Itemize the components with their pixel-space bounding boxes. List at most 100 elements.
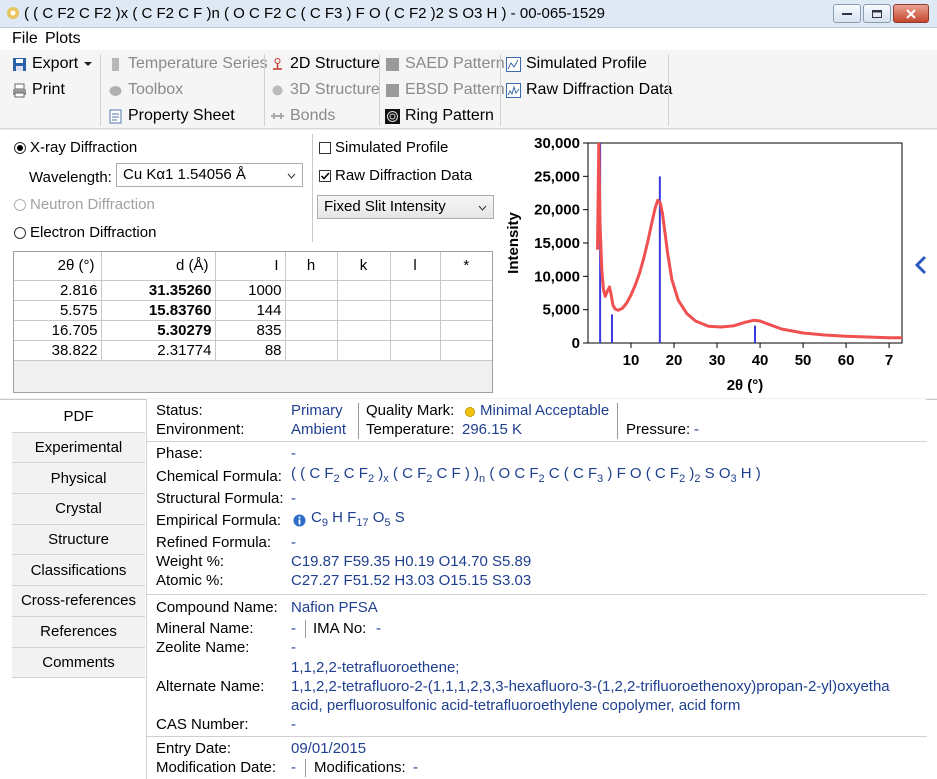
h-cell xyxy=(285,300,338,321)
molecule-3d-icon xyxy=(272,85,283,95)
column-header[interactable]: 2θ (°) xyxy=(14,252,102,281)
field-divider xyxy=(358,403,359,439)
close-button[interactable] xyxy=(893,4,929,23)
column-header[interactable]: k xyxy=(337,252,391,281)
tab-cross-references[interactable]: Cross-references xyxy=(12,586,145,617)
3d-structure-button[interactable]: 3D Structure xyxy=(270,79,380,101)
2d-structure-label: 2D Structure xyxy=(290,55,380,72)
toolbar-separator xyxy=(668,54,669,126)
two-theta-cell: 2.816 xyxy=(14,280,102,301)
toolbar-separator xyxy=(100,54,101,126)
status-label: Status: xyxy=(156,402,203,419)
mineral-name-label: Mineral Name: xyxy=(156,620,254,637)
intensity-mode-value: Fixed Slit Intensity xyxy=(324,198,446,215)
menu-bar: File Plots xyxy=(0,28,937,50)
y-tick-label: 10,000 xyxy=(534,268,580,285)
temperature-series-button[interactable]: Temperature Series xyxy=(108,53,268,75)
entry-date-label: Entry Date: xyxy=(156,740,232,757)
pressure-label: Pressure: xyxy=(626,421,691,438)
property-sheet-button[interactable]: Property Sheet xyxy=(108,105,235,127)
ring-pattern-label: Ring Pattern xyxy=(405,107,494,124)
tab-physical[interactable]: Physical xyxy=(12,463,145,495)
h-cell xyxy=(285,320,338,341)
print-button[interactable]: Print xyxy=(12,79,65,101)
close-icon xyxy=(906,8,916,19)
tab-crystal[interactable]: Crystal xyxy=(12,494,145,525)
2d-structure-button[interactable]: 2D Structure xyxy=(270,53,380,75)
table-row[interactable]: 16.705 5.30279 835 xyxy=(14,320,492,341)
structural-formula-label: Structural Formula: xyxy=(156,490,284,507)
column-header[interactable]: h xyxy=(285,252,338,281)
toolbox-button[interactable]: Toolbox xyxy=(108,79,183,101)
x-tick-label: 30 xyxy=(709,352,726,369)
bonds-button[interactable]: Bonds xyxy=(270,105,335,127)
bonds-icon xyxy=(271,112,284,119)
simulated-profile-button[interactable]: Simulated Profile xyxy=(506,53,647,75)
chemical-formula-value: ( ( C F2 C F2 )x ( C F2 C F ) )n ( O C F… xyxy=(291,465,761,485)
x-tick-label: 10 xyxy=(623,352,640,369)
collapse-panel-icon[interactable] xyxy=(913,255,929,275)
x-tick-label: 20 xyxy=(666,352,683,369)
electron-diffraction-radio[interactable]: Electron Diffraction xyxy=(14,224,156,241)
k-cell xyxy=(337,320,391,341)
zeolite-name-label: Zeolite Name: xyxy=(156,639,250,656)
info-icon[interactable] xyxy=(293,514,306,527)
table-row[interactable]: 2.816 31.35260 1000 xyxy=(14,280,492,301)
raw-diffraction-data-label: Raw Diffraction Data xyxy=(526,81,673,98)
compound-name-value: Nafion PFSA xyxy=(291,599,378,616)
intensity-cell: 835 xyxy=(215,320,286,341)
menu-plots[interactable]: Plots xyxy=(45,30,81,48)
export-button[interactable]: Export xyxy=(12,53,93,75)
tab-structure[interactable]: Structure xyxy=(12,524,145,556)
tab-experimental[interactable]: Experimental xyxy=(12,432,145,464)
table-row[interactable]: 5.575 15.83760 144 xyxy=(14,300,492,321)
neutron-diffraction-radio[interactable]: Neutron Diffraction xyxy=(14,196,155,213)
column-header[interactable]: d (Å) xyxy=(101,252,216,281)
ring-pattern-button[interactable]: Ring Pattern xyxy=(385,105,494,127)
modification-date-label: Modification Date: xyxy=(156,759,277,776)
weight-percent-label: Weight %: xyxy=(156,553,225,570)
xray-diffraction-radio[interactable]: X-ray Diffraction xyxy=(14,139,137,156)
cas-number-value: - xyxy=(291,716,296,733)
intensity-mode-select[interactable]: Fixed Slit Intensity xyxy=(317,195,494,219)
title-bar: ( ( C F2 C F2 )x ( C F2 C F )n ( O C F2 … xyxy=(0,0,937,28)
ebsd-pattern-label: EBSD Pattern xyxy=(405,81,505,98)
column-header[interactable]: I xyxy=(215,252,286,281)
diffraction-pattern-chart[interactable]: 0 5,000 10,000 15,000 20,000 25,000 30,000 10 20… xyxy=(500,133,910,395)
chevron-down-icon xyxy=(478,205,487,211)
column-header[interactable]: l xyxy=(390,252,441,281)
tab-classifications[interactable]: Classifications xyxy=(12,555,145,587)
saed-icon xyxy=(386,57,399,71)
minimize-button[interactable] xyxy=(833,4,861,23)
menu-file[interactable]: File xyxy=(12,30,38,48)
table-row[interactable]: 38.822 2.31774 88 xyxy=(14,340,492,361)
ima-number-value: - xyxy=(376,620,381,637)
saed-pattern-button[interactable]: SAED Pattern xyxy=(385,53,505,75)
ebsd-pattern-button[interactable]: EBSD Pattern xyxy=(385,79,505,101)
raw-diffraction-data-button[interactable]: Raw Diffraction Data xyxy=(506,79,672,101)
radio-selected-icon xyxy=(14,141,26,154)
tab-pdf[interactable]: PDF xyxy=(12,402,145,433)
maximize-button[interactable] xyxy=(863,4,891,23)
x-tick-label: 40 xyxy=(752,352,769,369)
wavelength-value: Cu Kα1 1.54056 Å xyxy=(123,166,246,183)
field-divider xyxy=(617,403,618,439)
l-cell xyxy=(390,340,441,361)
simulated-profile-label: Simulated Profile xyxy=(526,55,647,72)
field-divider xyxy=(305,620,306,638)
column-header[interactable]: * xyxy=(440,252,492,281)
l-cell xyxy=(390,300,441,321)
y-tick-label: 15,000 xyxy=(534,235,580,252)
atomic-percent-label: Atomic %: xyxy=(156,572,224,589)
refined-formula-label: Refined Formula: xyxy=(156,534,272,551)
wavelength-select[interactable]: Cu Kα1 1.54056 Å xyxy=(116,163,303,187)
raw-diffraction-data-checkbox[interactable]: Raw Diffraction Data xyxy=(319,167,472,184)
tab-references[interactable]: References xyxy=(12,616,145,648)
simulated-profile-checkbox[interactable]: Simulated Profile xyxy=(319,139,448,156)
intensity-cell: 88 xyxy=(215,340,286,361)
minimize-icon xyxy=(842,12,852,15)
raw-diffraction-data-check-label: Raw Diffraction Data xyxy=(335,167,473,184)
pdf-detail: Status: Primary Quality Mark: Minimal Ac… xyxy=(146,399,927,779)
tab-comments[interactable]: Comments xyxy=(12,647,145,679)
modification-date-value: - xyxy=(291,759,296,776)
